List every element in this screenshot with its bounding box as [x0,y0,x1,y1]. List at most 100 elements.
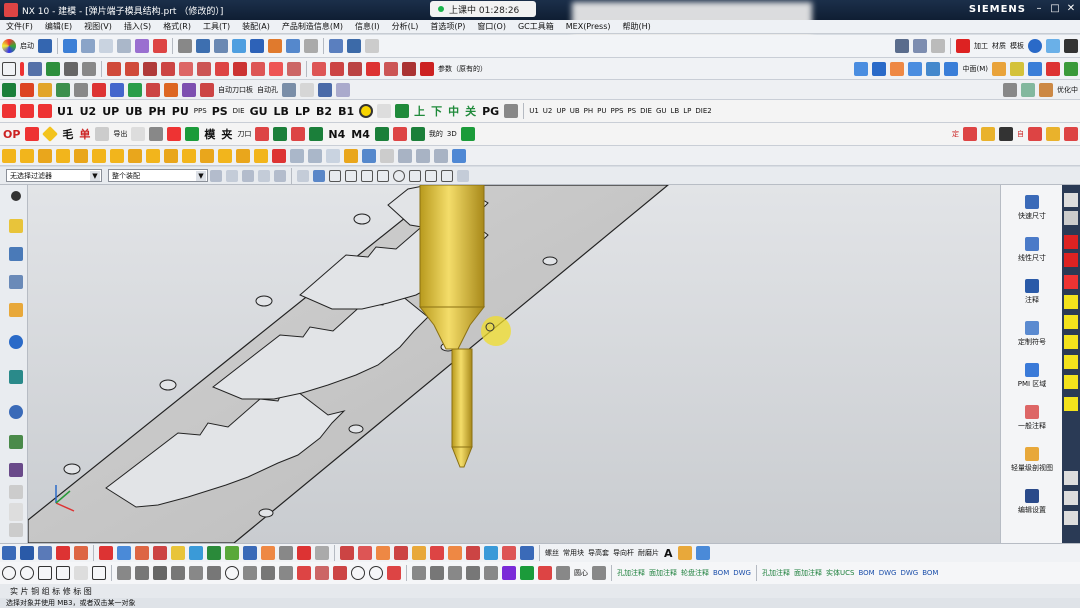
sheet-icon[interactable] [992,61,1006,76]
resize-blend-icon[interactable] [944,61,959,76]
dimension-1-icon[interactable] [412,566,426,580]
plate-die-b[interactable]: DIE [640,107,652,115]
wire-icon[interactable] [282,82,296,97]
clock-icon[interactable] [9,405,23,419]
save-icon[interactable] [38,39,52,53]
constraint-navigator-icon[interactable] [9,247,23,261]
scroll-up-icon[interactable] [9,485,23,499]
view-manager-icon[interactable] [318,82,332,97]
yellow-tool-4-icon[interactable] [56,148,70,163]
quick-check-icon[interactable] [336,82,350,97]
pin-green-icon[interactable] [309,127,324,141]
gray-tool-3-icon[interactable] [326,148,340,163]
sheet-yellow-icon[interactable] [1046,127,1060,141]
cut-edge-button[interactable]: 刀口 [237,129,251,139]
menu-help[interactable]: 帮助(H) [616,21,656,32]
gray-tool-4-icon[interactable] [398,148,412,163]
auto-cut-plate-label[interactable]: 自动刀口板 [218,85,253,95]
n4-button[interactable]: N4 [328,128,345,141]
paste-icon[interactable] [135,39,149,53]
gray-tool-1-icon[interactable] [290,148,304,163]
yellow-tool-12-icon[interactable] [200,148,214,163]
rapid-dimension-button[interactable]: 快速尺寸 [1001,195,1063,221]
side-shortcut-8-icon[interactable] [1064,335,1078,349]
wcs-icon[interactable] [347,39,361,53]
punch-low-icon[interactable] [20,104,34,118]
plate-lb-b[interactable]: LB [671,107,680,115]
boss-icon[interactable] [161,61,175,76]
curve-rule-icon[interactable] [258,169,270,182]
copy-icon[interactable] [117,39,131,53]
gray-tool-5-icon[interactable] [416,148,430,163]
plus-icon[interactable] [185,127,200,141]
custom-symbol-button[interactable]: 定制符号 [1001,321,1063,347]
bt-tool-7-icon[interactable] [117,546,131,560]
yellow-tool-icon[interactable] [981,127,995,141]
plate-die2[interactable]: DIE2 [695,107,711,115]
move-layer-icon[interactable] [1039,82,1053,97]
dwg-button[interactable]: DWG [733,569,751,577]
plate-middle[interactable]: 中 [448,103,459,119]
corner-icon[interactable] [207,566,221,580]
3d-button[interactable]: 3D [447,130,457,138]
profile-icon[interactable] [74,566,88,580]
insert-group-icon[interactable] [128,82,142,97]
cube-icon[interactable] [313,169,325,182]
part-navigator-side-icon[interactable] [9,275,23,289]
define-button[interactable]: 定 [952,129,959,139]
mirror-line-icon[interactable] [261,566,275,580]
standard-up-icon[interactable] [38,104,52,118]
yellow-tool-6-icon[interactable] [92,148,106,163]
menu-file[interactable]: 文件(F) [0,21,39,32]
redo-icon[interactable] [81,39,95,53]
unbend-icon[interactable] [1064,61,1078,76]
yellow-tool-9-icon[interactable] [146,148,160,163]
side-shortcut-6-icon[interactable] [1064,295,1078,309]
flange-icon[interactable] [1028,61,1042,76]
slash-line-icon[interactable] [117,566,131,580]
bt-tool-10-icon[interactable] [171,546,185,560]
purple-square-icon[interactable] [502,566,516,580]
edit-settings-button[interactable]: 编辑设置 [1001,489,1063,515]
relief-design-icon[interactable] [182,82,196,97]
blue-tool-icon[interactable] [362,148,376,163]
side-shortcut-9-icon[interactable] [1064,355,1078,369]
wear-plate-button[interactable]: 耐磨片 [638,548,659,558]
plate-pu[interactable]: PU [172,105,189,118]
material-label[interactable]: 材质 [992,41,1006,51]
polygon-icon[interactable] [38,566,52,580]
mold-button[interactable]: 模 [204,126,215,142]
menu-info[interactable]: 信息(I) [349,21,386,32]
slot-icon[interactable] [197,61,211,76]
gray-tool-6-icon[interactable] [434,148,448,163]
plate-b2[interactable]: B2 [316,105,332,118]
gray-tool-2-icon[interactable] [308,148,322,163]
plate-upper[interactable]: 上 [414,103,425,119]
bt-tool-3-icon[interactable] [38,546,52,560]
rectangle-icon[interactable] [2,61,16,76]
scrap-icon[interactable] [38,82,52,97]
shade-icon[interactable] [304,39,318,53]
rectangle-2-icon[interactable] [56,566,70,580]
bt-tool-4-icon[interactable] [56,546,70,560]
start-icon[interactable] [2,39,16,53]
frame-icon[interactable] [92,566,106,580]
cut-icon[interactable] [99,39,113,53]
point-icon[interactable] [46,61,60,76]
plate-material-icon[interactable] [2,104,16,118]
quadrant-icon[interactable] [409,169,421,182]
side-shortcut-13-icon[interactable] [1064,491,1078,505]
plate-die[interactable]: DIE [233,107,245,115]
bt-tool-13-icon[interactable] [225,546,239,560]
bt-tool-29-icon[interactable] [520,546,534,560]
trim-line-icon[interactable] [171,566,185,580]
move-red-icon[interactable] [167,127,182,141]
circle-2-icon[interactable] [20,566,34,580]
bt-tool-1-icon[interactable] [2,546,16,560]
bt-stack-icon[interactable] [677,546,692,560]
side-shortcut-14-icon[interactable] [1064,511,1078,525]
red-block-icon[interactable] [392,127,407,141]
menu-tools[interactable]: 工具(T) [197,21,236,32]
auto-button[interactable]: 自 [1017,129,1024,139]
face-icon[interactable] [854,61,869,76]
